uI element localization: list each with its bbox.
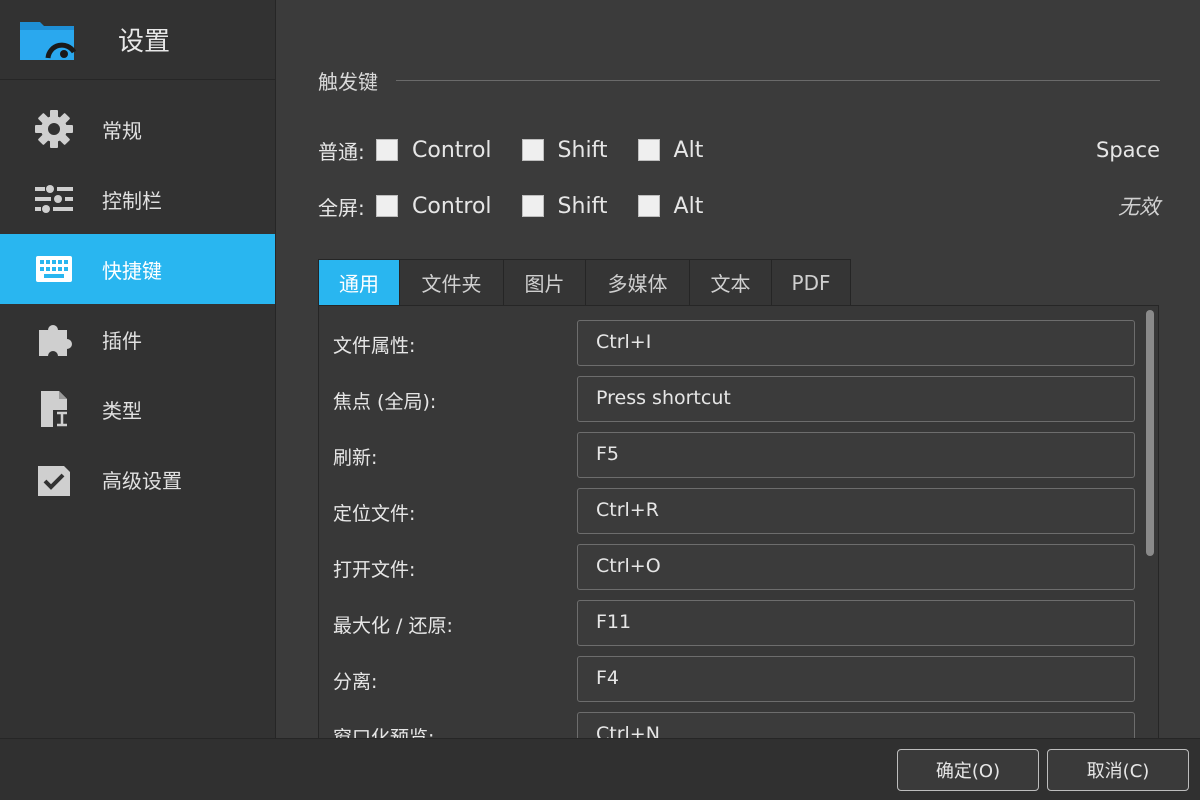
cancel-button[interactable]: 取消(C): [1047, 749, 1189, 791]
shortcut-input[interactable]: Ctrl+R: [577, 488, 1135, 534]
shortcut-input[interactable]: Press shortcut: [577, 376, 1135, 422]
shortcut-row: 定位文件: Ctrl+R: [319, 488, 1139, 534]
shortcut-input[interactable]: F11: [577, 600, 1135, 646]
fullscreen-control-checkbox[interactable]: Control: [376, 194, 492, 219]
app-title: 设置: [118, 27, 171, 57]
row-label: 普通:: [318, 139, 365, 164]
sidebar-item-general[interactable]: 常规: [0, 94, 275, 164]
shortcut-label: 刷新:: [333, 447, 378, 469]
tab-image[interactable]: 图片: [503, 259, 586, 305]
section-title: 触发键: [318, 70, 378, 94]
trigger-row-normal: 普通: Control Shift Alt Space: [318, 133, 1160, 167]
shortcut-input[interactable]: F4: [577, 656, 1135, 702]
shortcut-label: 文件属性:: [333, 335, 416, 357]
sidebar-item-label: 常规: [102, 118, 142, 143]
fullscreen-shift-checkbox[interactable]: Shift: [521, 193, 608, 219]
normal-control-checkbox[interactable]: Control: [376, 138, 492, 163]
checkbox-box[interactable]: [521, 195, 544, 217]
shortcut-label: 打开文件:: [333, 559, 416, 581]
shortcut-row: 最大化 / 还原: F11: [319, 600, 1139, 646]
sidebar-item-types[interactable]: 类型: [0, 374, 275, 444]
checkbox-box[interactable]: [521, 139, 544, 161]
sidebar: 设置 常规 控制栏 快捷键 插件 类型 高级设置: [0, 0, 276, 738]
section-divider: [396, 80, 1160, 81]
sidebar-item-label: 插件: [102, 328, 142, 353]
shortcut-input[interactable]: Ctrl+N: [577, 712, 1135, 738]
shortcut-input[interactable]: Ctrl+I: [577, 320, 1135, 366]
trigger-section-header: 触发键: [318, 66, 1160, 95]
shortcut-label: 最大化 / 还原:: [333, 615, 453, 637]
fullscreen-trigger-key[interactable]: 无效: [1118, 191, 1160, 221]
shortcut-row: 刷新: F5: [319, 432, 1139, 478]
sidebar-item-label: 类型: [102, 398, 142, 423]
tab-pdf[interactable]: PDF: [771, 259, 851, 305]
checkbox-box[interactable]: [376, 195, 398, 217]
shortcut-list-panel: 文件属性: Ctrl+I 焦点 (全局): Press shortcut 刷新:…: [318, 305, 1159, 738]
tab-media[interactable]: 多媒体: [585, 259, 690, 305]
app-header: 设置: [0, 0, 275, 80]
trigger-row-fullscreen: 全屏: Control Shift Alt 无效: [318, 189, 1160, 223]
checkbox-box[interactable]: [376, 139, 398, 161]
checkbox-label: Control: [412, 193, 492, 219]
puzzle-icon: [32, 317, 76, 361]
normal-trigger-key[interactable]: Space: [1096, 138, 1160, 162]
checkbox-label: Shift: [557, 193, 608, 219]
vertical-scrollbar[interactable]: [1146, 310, 1154, 556]
row-label: 全屏:: [318, 195, 365, 220]
main-content: 触发键 普通: Control Shift Alt Space 全屏: Cont…: [277, 0, 1200, 738]
sidebar-item-label: 控制栏: [102, 188, 162, 213]
normal-shift-checkbox[interactable]: Shift: [521, 137, 608, 163]
checkbox-box[interactable]: [637, 195, 660, 217]
shortcut-row: 打开文件: Ctrl+O: [319, 544, 1139, 590]
shortcut-row: 分离: F4: [319, 656, 1139, 702]
ok-button[interactable]: 确定(O): [897, 749, 1039, 791]
sidebar-item-label: 快捷键: [102, 258, 162, 283]
shortcut-input[interactable]: Ctrl+O: [577, 544, 1135, 590]
checkbox-label: Shift: [557, 137, 608, 163]
shortcut-row: 文件属性: Ctrl+I: [319, 320, 1139, 366]
sliders-icon: [32, 177, 76, 221]
sidebar-item-shortcuts[interactable]: 快捷键: [0, 234, 275, 304]
checkbox-box[interactable]: [637, 139, 660, 161]
app-logo-icon: [20, 21, 76, 60]
checkbox-label: Alt: [673, 193, 704, 219]
shortcut-tabs: 通用 文件夹 图片 多媒体 文本 PDF: [318, 259, 851, 305]
file-type-icon: [32, 387, 76, 431]
tab-general[interactable]: 通用: [318, 259, 400, 305]
normal-alt-checkbox[interactable]: Alt: [637, 137, 704, 163]
shortcut-label: 定位文件:: [333, 503, 416, 525]
shortcut-label: 焦点 (全局):: [333, 391, 437, 413]
sidebar-item-plugins[interactable]: 插件: [0, 304, 275, 374]
fullscreen-alt-checkbox[interactable]: Alt: [637, 193, 704, 219]
checkbox-label: Alt: [673, 137, 704, 163]
shortcut-row: 焦点 (全局): Press shortcut: [319, 376, 1139, 422]
keyboard-icon: [32, 247, 76, 291]
checkbox-icon: [32, 457, 76, 501]
shortcut-input[interactable]: F5: [577, 432, 1135, 478]
shortcut-label: 分离:: [333, 671, 378, 693]
tab-text[interactable]: 文本: [689, 259, 772, 305]
checkbox-label: Control: [412, 137, 492, 163]
sidebar-item-label: 高级设置: [102, 468, 182, 493]
sidebar-nav: 常规 控制栏 快捷键 插件 类型 高级设置: [0, 94, 275, 514]
sidebar-item-advanced[interactable]: 高级设置: [0, 444, 275, 514]
tab-folder[interactable]: 文件夹: [399, 259, 504, 305]
shortcut-row: 窗口化预览: Ctrl+N: [319, 712, 1139, 738]
dialog-footer: 确定(O) 取消(C): [0, 738, 1200, 800]
sidebar-item-control-bar[interactable]: 控制栏: [0, 164, 275, 234]
shortcut-label: 窗口化预览:: [333, 727, 435, 738]
gear-icon: [32, 107, 76, 151]
